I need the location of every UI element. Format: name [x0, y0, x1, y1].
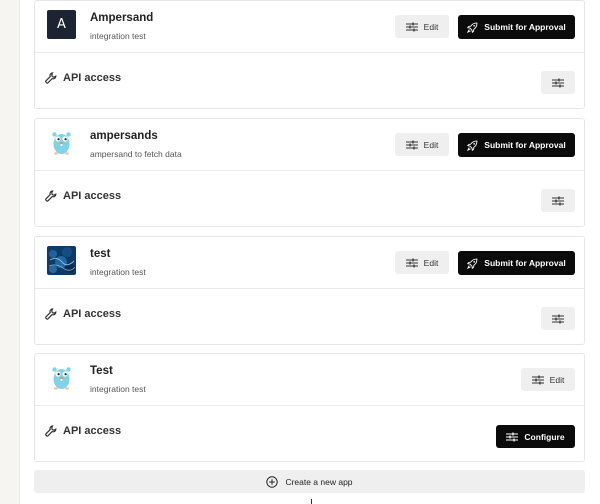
submit-button-label: Submit for Approval: [484, 258, 566, 268]
api-access-label: API access: [63, 425, 122, 437]
edit-button-label: Edit: [549, 374, 565, 385]
edit-button-label: Edit: [423, 139, 439, 150]
submit-button-label: Submit for Approval: [484, 140, 566, 150]
app-description: integration test: [90, 31, 146, 41]
edit-button[interactable]: Edit: [395, 133, 449, 156]
wrench-icon: [45, 308, 57, 320]
edit-button[interactable]: Edit: [395, 15, 449, 38]
rocket-icon: [467, 140, 478, 151]
wrench-icon: [45, 425, 57, 437]
api-access-label: API access: [63, 308, 122, 320]
create-new-app-button[interactable]: Create a new app: [34, 470, 585, 493]
submit-for-approval-button[interactable]: Submit for Approval: [458, 251, 575, 275]
api-access-label-group: API access: [45, 190, 121, 202]
app-description: ampersand to fetch data: [90, 149, 182, 159]
app-card-ampersands: ampersands ampersand to fetch data Edit …: [34, 118, 585, 227]
app-name: Ampersand: [90, 12, 154, 24]
api-access-settings-button[interactable]: [541, 71, 575, 94]
sliders-icon: [405, 140, 418, 149]
configure-button-label: Configure: [524, 431, 565, 442]
submit-for-approval-button[interactable]: Submit for Approval: [458, 15, 575, 39]
app-card-ampersand: A Ampersand integration test Edit Submit…: [34, 0, 585, 109]
edit-button[interactable]: Edit: [521, 368, 575, 391]
api-access-settings-button[interactable]: [541, 307, 575, 330]
app-name: Test: [90, 365, 113, 377]
mouse-cursor-icon: [311, 499, 315, 504]
sliders-icon: [552, 196, 564, 205]
api-access-row: API access: [35, 53, 584, 108]
sliders-icon: [531, 375, 544, 384]
sliders-icon: [405, 22, 418, 31]
rocket-icon: [467, 22, 478, 33]
api-access-row: API access: [35, 289, 584, 344]
rocket-icon: [467, 258, 478, 269]
app-card-header: A Ampersand integration test Edit Submit…: [35, 1, 584, 53]
api-access-settings-button[interactable]: [541, 189, 575, 212]
letter-a-logo-icon: A: [47, 10, 76, 39]
api-access-label-group: API access: [45, 425, 121, 437]
api-access-label: API access: [63, 72, 122, 84]
submit-for-approval-button[interactable]: Submit for Approval: [458, 133, 575, 157]
create-new-app-label: Create a new app: [285, 476, 353, 487]
app-card-header: Test integration test Edit: [35, 354, 584, 406]
gopher-mascot-icon: [47, 363, 76, 392]
app-card-header: test integration test Edit Submit for Ap…: [35, 237, 584, 289]
wrench-icon: [45, 190, 57, 202]
edit-button-label: Edit: [423, 257, 439, 268]
blue-texture-image-icon: [47, 246, 76, 275]
api-access-label-group: API access: [45, 308, 121, 320]
app-description: integration test: [90, 267, 146, 277]
app-logo-letter: A: [57, 17, 66, 32]
app-name: ampersands: [90, 130, 158, 142]
app-name: test: [90, 248, 111, 260]
configure-button[interactable]: Configure: [496, 425, 575, 448]
sliders-icon: [506, 432, 519, 441]
sliders-icon: [552, 314, 564, 323]
gopher-mascot-icon: [47, 128, 76, 157]
wrench-icon: [45, 72, 57, 84]
api-access-row: API access Configure: [35, 406, 584, 461]
edit-button-label: Edit: [423, 21, 439, 32]
app-card-test: test integration test Edit Submit for Ap…: [34, 236, 585, 345]
api-access-row: API access: [35, 171, 584, 226]
app-card-test-2: Test integration test Edit API access Co…: [34, 353, 585, 462]
sliders-icon: [552, 78, 564, 87]
left-sidebar-strip: [0, 0, 20, 504]
api-access-label: API access: [63, 190, 122, 202]
sliders-icon: [405, 258, 418, 267]
submit-button-label: Submit for Approval: [484, 22, 566, 32]
app-card-header: ampersands ampersand to fetch data Edit …: [35, 119, 584, 171]
app-description: integration test: [90, 384, 146, 394]
api-access-label-group: API access: [45, 72, 121, 84]
edit-button[interactable]: Edit: [395, 251, 449, 274]
plus-circle-icon: [266, 475, 279, 488]
